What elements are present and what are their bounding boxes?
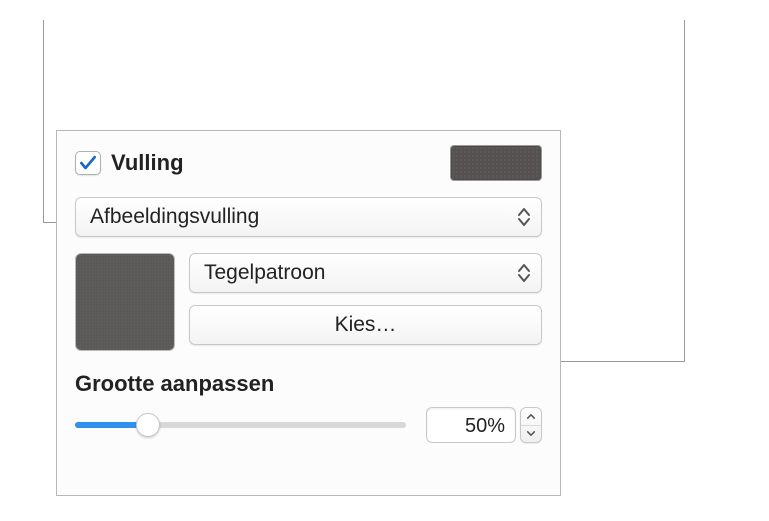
scale-value-group: 50% xyxy=(426,407,542,443)
choose-button-label: Kies… xyxy=(335,313,397,337)
image-fill-controls: Tegelpatroon Kies… xyxy=(189,253,542,351)
fill-color-swatch[interactable] xyxy=(450,145,542,181)
scale-stepper[interactable] xyxy=(520,407,542,443)
choose-image-button[interactable]: Kies… xyxy=(189,305,542,345)
updown-icon xyxy=(517,263,531,283)
fill-label: Vulling xyxy=(111,150,184,176)
image-scale-value: Tegelpatroon xyxy=(204,261,325,285)
image-fill-row: Tegelpatroon Kies… xyxy=(75,253,542,351)
scale-value-input[interactable]: 50% xyxy=(426,407,516,443)
callout-line xyxy=(684,20,685,362)
fill-panel: Vulling Afbeeldingsvulling Tegelpatroon … xyxy=(56,130,561,496)
fill-type-value: Afbeeldingsvulling xyxy=(90,205,259,229)
slider-thumb[interactable] xyxy=(136,413,160,437)
scale-label: Grootte aanpassen xyxy=(75,371,542,397)
checkmark-icon xyxy=(78,153,98,173)
fill-checkbox[interactable] xyxy=(75,151,101,175)
scale-row: 50% xyxy=(75,407,542,443)
stepper-up[interactable] xyxy=(521,408,541,426)
callout-line xyxy=(544,361,684,362)
scale-slider[interactable] xyxy=(75,410,406,440)
updown-icon xyxy=(517,207,531,227)
stepper-down[interactable] xyxy=(521,426,541,443)
fill-header-row: Vulling xyxy=(75,145,542,181)
image-preview-well[interactable] xyxy=(75,253,175,351)
image-scale-select[interactable]: Tegelpatroon xyxy=(189,253,542,293)
chevron-down-icon xyxy=(526,430,536,437)
chevron-up-icon xyxy=(526,413,536,420)
callout-line xyxy=(43,20,44,222)
fill-type-select[interactable]: Afbeeldingsvulling xyxy=(75,197,542,237)
fill-checkbox-wrap: Vulling xyxy=(75,150,184,176)
